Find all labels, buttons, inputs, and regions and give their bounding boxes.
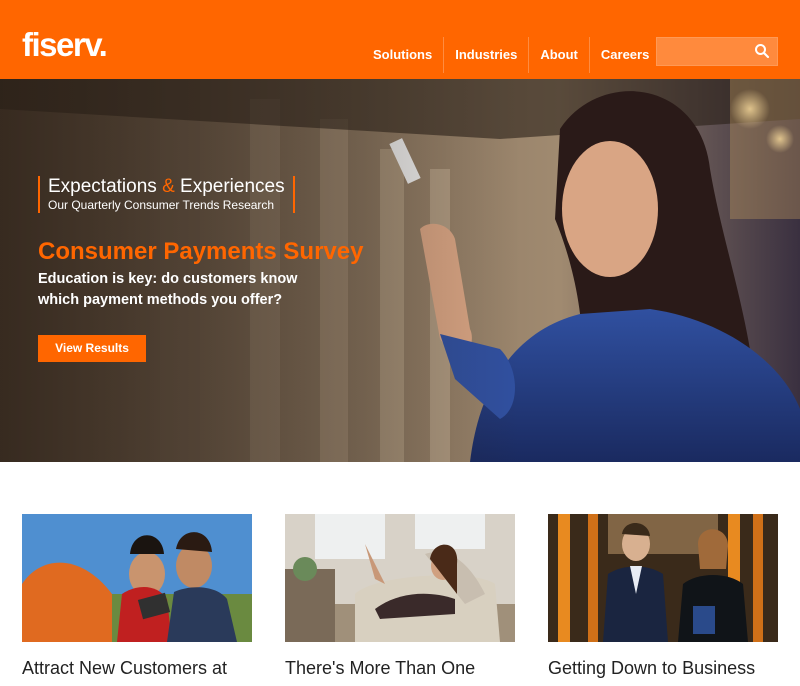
- card-title[interactable]: Attract New Customers at: [22, 658, 252, 679]
- feature-card: Attract New Customers at: [22, 514, 252, 679]
- hero-text: Education is key: do customers know whic…: [38, 271, 298, 308]
- fiserv-logo[interactable]: fiserv.: [22, 28, 108, 61]
- search-icon[interactable]: [753, 42, 771, 60]
- view-results-button[interactable]: View Results: [38, 335, 146, 362]
- series-subtitle: Our Quarterly Consumer Trends Research: [48, 198, 275, 212]
- search-input[interactable]: [657, 38, 757, 65]
- card-image-business-people[interactable]: [548, 514, 778, 642]
- card-image-couple-tablet[interactable]: [22, 514, 252, 642]
- search-box: [656, 37, 778, 66]
- series-title: Expectations & Experiences: [48, 176, 285, 197]
- card-image-woman-sofa[interactable]: [285, 514, 515, 642]
- feature-card: There's More Than One: [285, 514, 515, 679]
- nav-item-solutions[interactable]: Solutions: [362, 37, 443, 73]
- hero-banner: Expectations & Experiences Our Quarterly…: [0, 79, 800, 462]
- card-title[interactable]: There's More Than One: [285, 658, 515, 679]
- feature-card: Getting Down to Business: [548, 514, 778, 679]
- nav-item-industries[interactable]: Industries: [443, 37, 528, 73]
- feature-cards: Attract New Customers at There's More Th…: [22, 514, 778, 686]
- nav-item-careers[interactable]: Careers: [588, 37, 660, 73]
- card-title[interactable]: Getting Down to Business: [548, 658, 778, 679]
- nav-item-about[interactable]: About: [528, 37, 589, 73]
- main-nav: Solutions Industries About Careers: [362, 37, 660, 73]
- site-header: fiserv. Solutions Industries About Caree…: [0, 0, 800, 79]
- series-badge: Expectations & Experiences Our Quarterly…: [38, 176, 295, 213]
- hero-heading: Consumer Payments Survey: [38, 238, 364, 265]
